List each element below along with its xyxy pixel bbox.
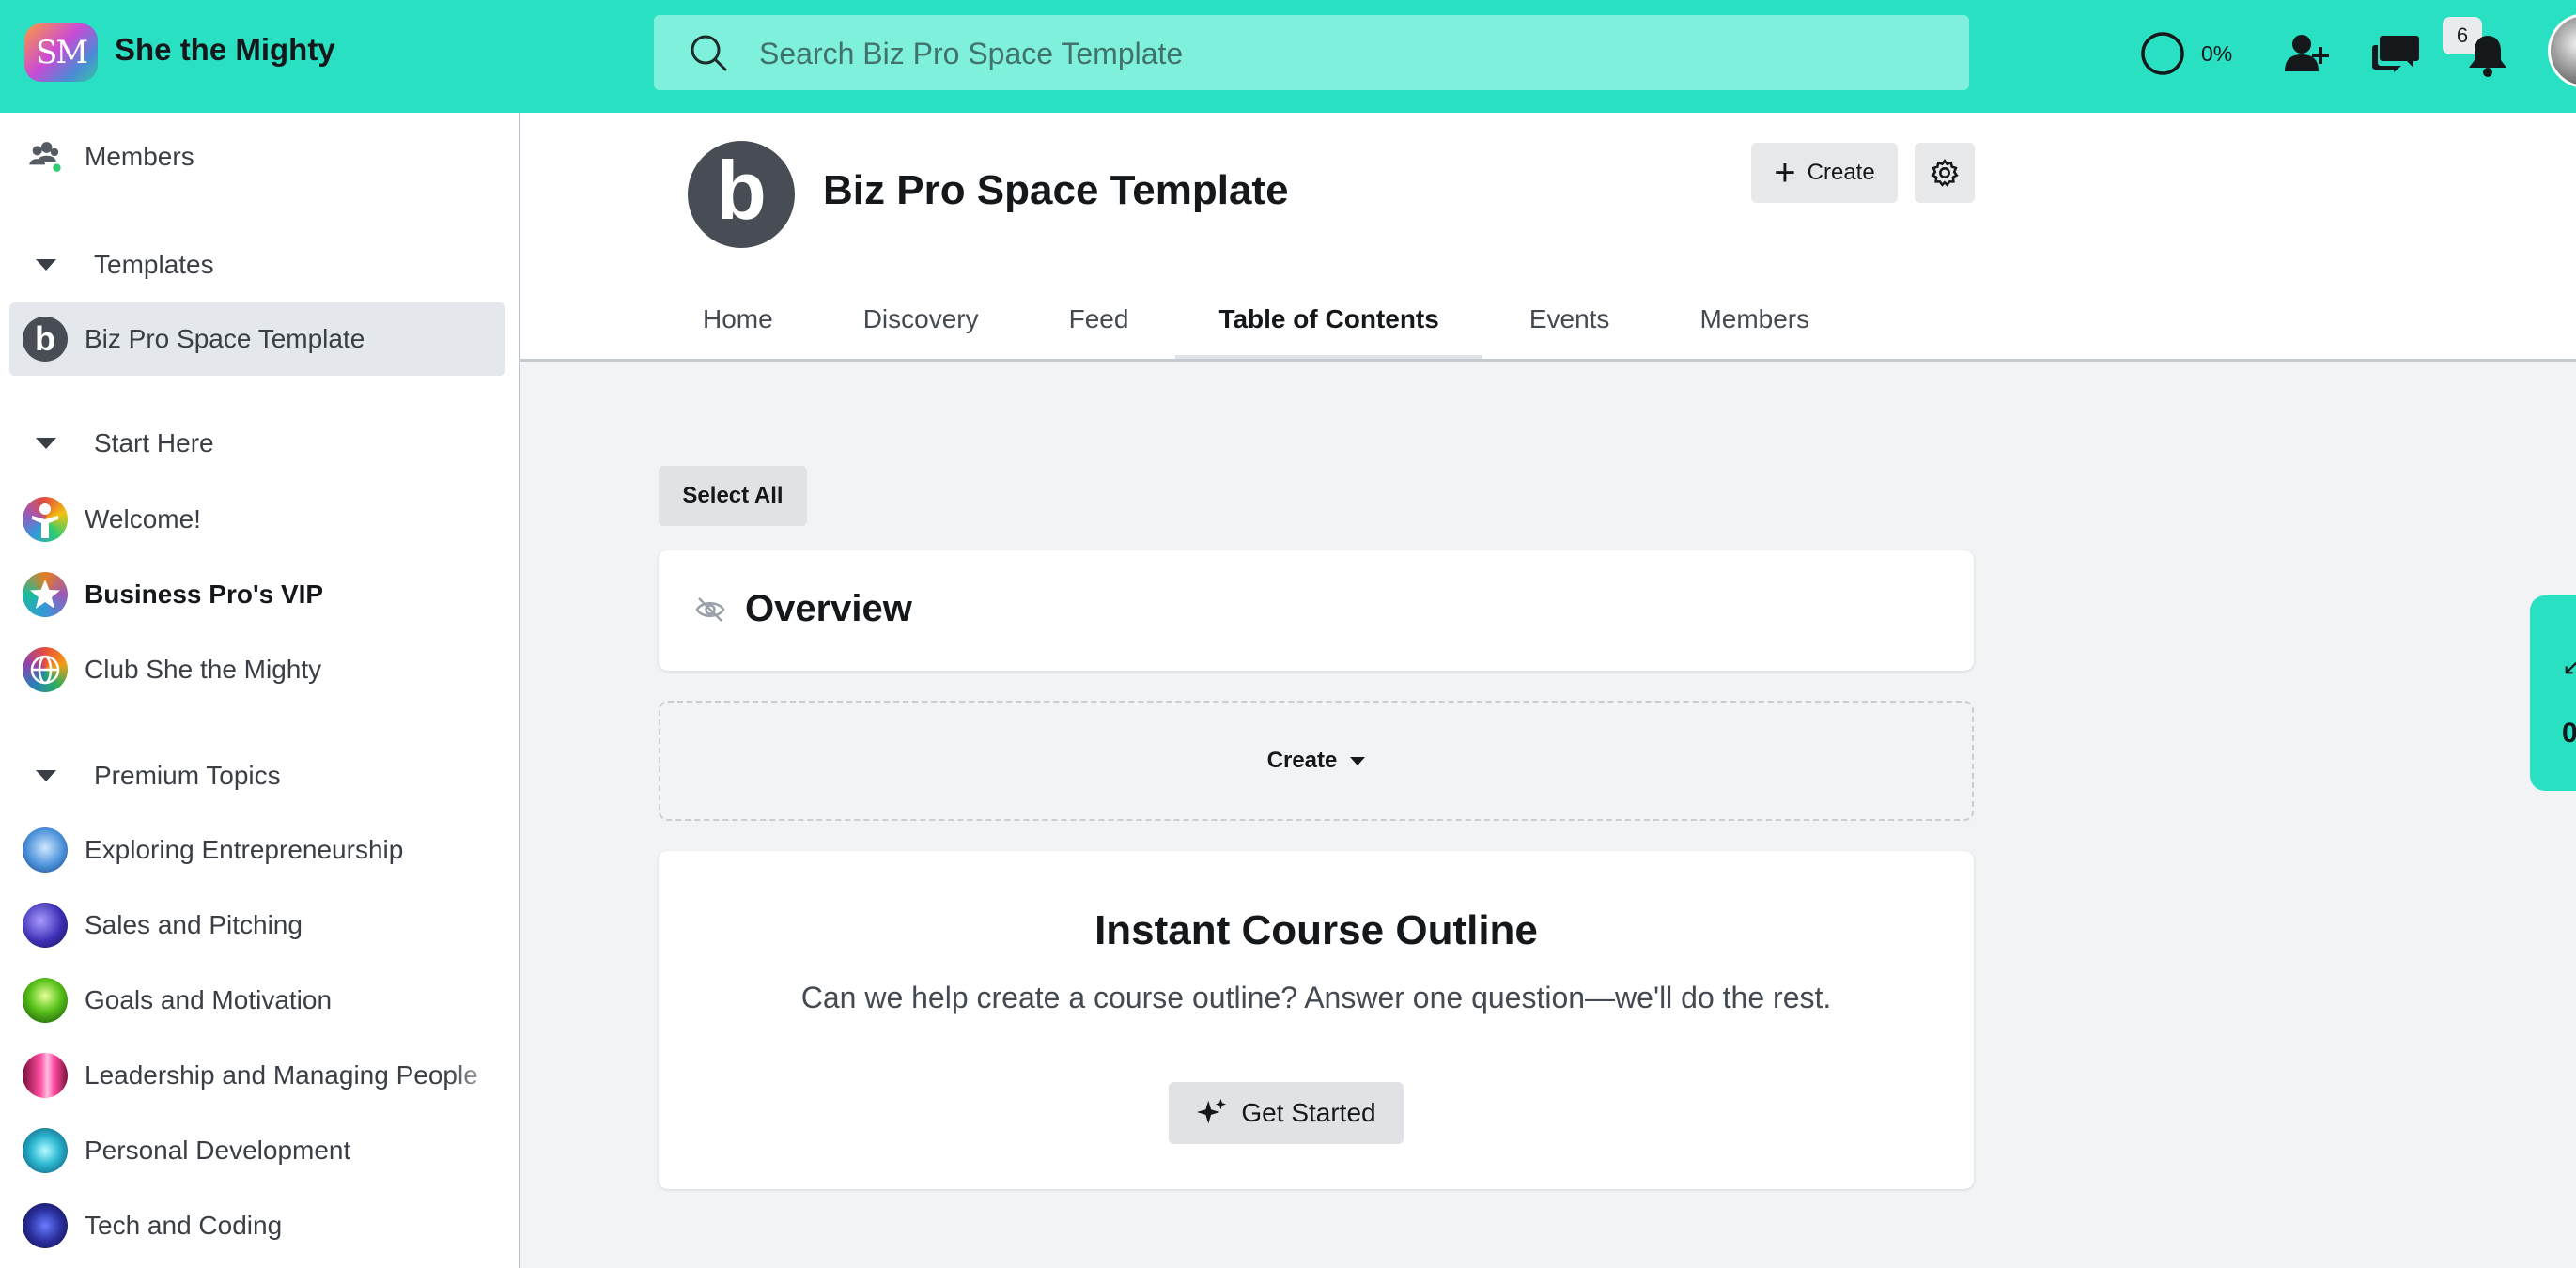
select-all-button[interactable]: Select All (659, 466, 807, 526)
sidebar-item-label: Sales and Pitching (85, 910, 303, 939)
topic-thumbnail-icon (23, 827, 68, 873)
overview-section[interactable]: Overview (659, 550, 1974, 671)
star-icon (23, 572, 68, 617)
sidebar-item-label: Business Pro's VIP (85, 580, 324, 609)
welcome-icon (23, 497, 68, 542)
space-tabs: Home Discovery Feed Table of Contents Ev… (703, 282, 1900, 359)
tab-home[interactable]: Home (703, 282, 773, 357)
sidebar-item-tech-and-coding[interactable]: Tech and Coding (9, 1189, 505, 1262)
sidebar-item-label: Personal Development (85, 1136, 351, 1165)
sidebar-item-label: Goals and Motivation (85, 985, 333, 1014)
sidebar-item-club-she-the-mighty[interactable]: Club She the Mighty (9, 633, 505, 706)
sidebar-item-welcome[interactable]: Welcome! (9, 483, 505, 556)
search-input[interactable] (757, 15, 1935, 92)
caret-down-icon (1350, 756, 1366, 765)
caret-down-icon (36, 770, 56, 781)
progress-ring-icon[interactable] (2139, 30, 2186, 77)
sidebar-item-sales-and-pitching[interactable]: Sales and Pitching (9, 889, 505, 962)
side-widget-text: 0 (2562, 718, 2576, 749)
section-title: Templates (94, 250, 214, 279)
sidebar-item-members[interactable]: Members (9, 120, 505, 193)
sidebar-item-label: Biz Pro Space Template (85, 324, 365, 353)
search-icon (691, 35, 727, 71)
gear-icon (1931, 159, 1959, 187)
chat-icon[interactable] (2369, 28, 2422, 81)
space-settings-button[interactable] (1915, 143, 1975, 203)
course-outline-description: Can we help create a course outline? Ans… (800, 981, 1832, 1014)
section-start-here[interactable]: Start Here (9, 415, 505, 472)
sidebar-item-exploring-entrepreneurship[interactable]: Exploring Entrepreneurship (9, 813, 505, 887)
add-member-icon[interactable] (2281, 28, 2334, 81)
brand-name[interactable]: She the Mighty (115, 32, 335, 68)
tab-table-of-contents[interactable]: Table of Contents (1175, 282, 1483, 359)
progress-percent: 0% (2201, 41, 2233, 66)
plus-icon: + (1774, 152, 1796, 193)
members-icon (23, 134, 68, 179)
caret-down-icon (36, 259, 56, 271)
side-feedback-widget[interactable]: ↙ 0 (2530, 595, 2576, 791)
brand-logo[interactable]: SM (24, 23, 98, 82)
bell-icon[interactable] (2461, 28, 2514, 81)
sidebar-item-label: Welcome! (85, 504, 201, 533)
space-logo: b (688, 141, 795, 248)
tab-events[interactable]: Events (1529, 282, 1610, 357)
course-outline-heading: Instant Course Outline (1094, 907, 1538, 953)
create-button-label: Create (1807, 160, 1875, 185)
topic-thumbnail-icon (23, 1053, 68, 1098)
section-templates[interactable]: Templates (9, 237, 505, 293)
topic-thumbnail-icon (23, 1128, 68, 1173)
globe-icon (23, 647, 68, 692)
section-title: Start Here (94, 428, 214, 457)
search-bar[interactable] (654, 15, 1969, 92)
instant-course-outline-card: Instant Course Outline Can we help creat… (659, 851, 1974, 1189)
section-title: Premium Topics (94, 761, 281, 790)
tab-feed[interactable]: Feed (1069, 282, 1129, 357)
sidebar-item-label: Exploring Entrepreneurship (85, 835, 404, 864)
sidebar-item-personal-development[interactable]: Personal Development (9, 1114, 505, 1187)
sidebar-item-biz-pro-space-template[interactable]: b Biz Pro Space Template (9, 302, 505, 376)
sidebar-item-label: Club She the Mighty (85, 655, 322, 684)
get-started-label: Get Started (1241, 1098, 1376, 1127)
sidebar-item-label: Tech and Coding (85, 1211, 283, 1240)
create-dropdown[interactable]: Create (659, 701, 1974, 821)
sidebar-item-leadership-and-managing-people[interactable]: Leadership and Managing People (9, 1039, 505, 1112)
space-logo-icon: b (23, 317, 68, 362)
topic-thumbnail-icon (23, 903, 68, 948)
create-dropdown-label: Create (1266, 748, 1338, 773)
tab-discovery[interactable]: Discovery (863, 282, 979, 357)
sidebar: Members Templates b Biz Pro Space Templa… (0, 113, 520, 1268)
tab-members[interactable]: Members (1699, 282, 1809, 357)
sidebar-item-label: Leadership and Managing People (85, 1060, 478, 1090)
sidebar-item-goals-and-motivation[interactable]: Goals and Motivation (9, 964, 505, 1037)
topic-thumbnail-icon (23, 1203, 68, 1248)
topic-thumbnail-icon (23, 978, 68, 1023)
get-started-button[interactable]: Get Started (1169, 1082, 1404, 1144)
hidden-eye-icon[interactable] (694, 595, 726, 624)
overview-title: Overview (745, 588, 912, 629)
caret-down-icon (36, 438, 56, 449)
sidebar-item-label: Members (85, 142, 194, 171)
label-fade (449, 1039, 505, 1112)
section-premium-topics[interactable]: Premium Topics (9, 748, 505, 804)
arrow-icon: ↙ (2562, 652, 2576, 680)
create-button[interactable]: + Create (1751, 143, 1898, 203)
space-header: b Biz Pro Space Template + Create Home D… (520, 113, 2576, 362)
user-avatar[interactable] (2548, 13, 2576, 88)
top-bar: SM She the Mighty 0% 6 (0, 0, 2576, 113)
sidebar-item-business-pros-vip[interactable]: Business Pro's VIP (9, 558, 505, 631)
space-title: Biz Pro Space Template (823, 167, 1289, 213)
sparkle-icon (1197, 1098, 1227, 1124)
